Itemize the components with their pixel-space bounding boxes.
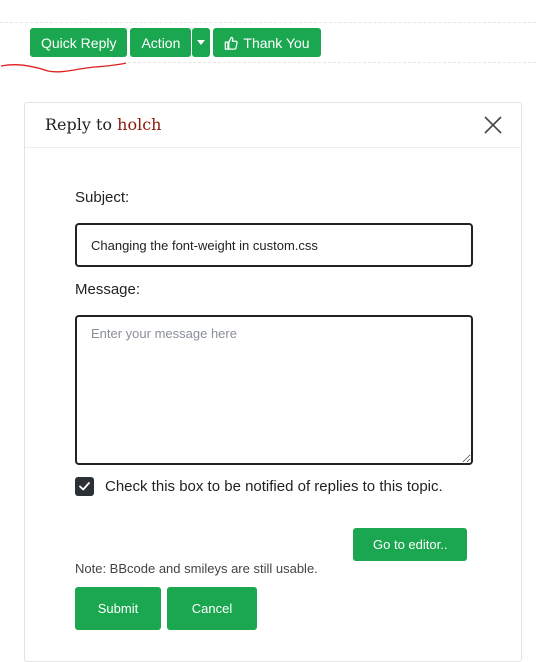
notify-row: Check this box to be notified of replies… <box>75 477 443 496</box>
thumbs-up-icon <box>225 36 239 50</box>
panel-header: Reply to holch <box>25 103 521 148</box>
subject-input[interactable] <box>75 223 473 267</box>
message-textarea[interactable] <box>75 315 473 465</box>
message-label: Message: <box>75 281 141 298</box>
panel-title: Reply to holch <box>45 115 161 134</box>
checkmark-icon <box>79 482 90 491</box>
thank-you-label: Thank You <box>243 34 310 51</box>
action-dropdown-button[interactable] <box>192 28 211 57</box>
separator-top <box>0 22 536 23</box>
annotation-underline <box>0 62 127 73</box>
quick-reply-button[interactable]: Quick Reply <box>30 28 128 57</box>
reply-panel: Reply to holch Subject: Message: Check t… <box>24 102 522 662</box>
cancel-button[interactable]: Cancel <box>167 587 257 630</box>
notify-label: Check this box to be notified of replies… <box>105 478 443 495</box>
subject-label: Subject: <box>75 189 130 206</box>
separator-bottom <box>128 62 536 63</box>
thank-you-button[interactable]: Thank You <box>213 28 321 57</box>
submit-button[interactable]: Submit <box>75 587 161 630</box>
caret-down-icon <box>197 40 206 45</box>
notify-checkbox[interactable] <box>75 477 94 496</box>
post-toolbar: Quick Reply Action Thank You <box>30 28 321 57</box>
title-prefix: Reply to <box>45 115 113 134</box>
action-button[interactable]: Action <box>130 28 192 57</box>
bbcode-note: Note: BBcode and smileys are still usabl… <box>75 561 318 576</box>
reply-username[interactable]: holch <box>117 115 161 134</box>
close-icon[interactable] <box>483 115 503 135</box>
go-to-editor-button[interactable]: Go to editor.. <box>353 528 468 561</box>
